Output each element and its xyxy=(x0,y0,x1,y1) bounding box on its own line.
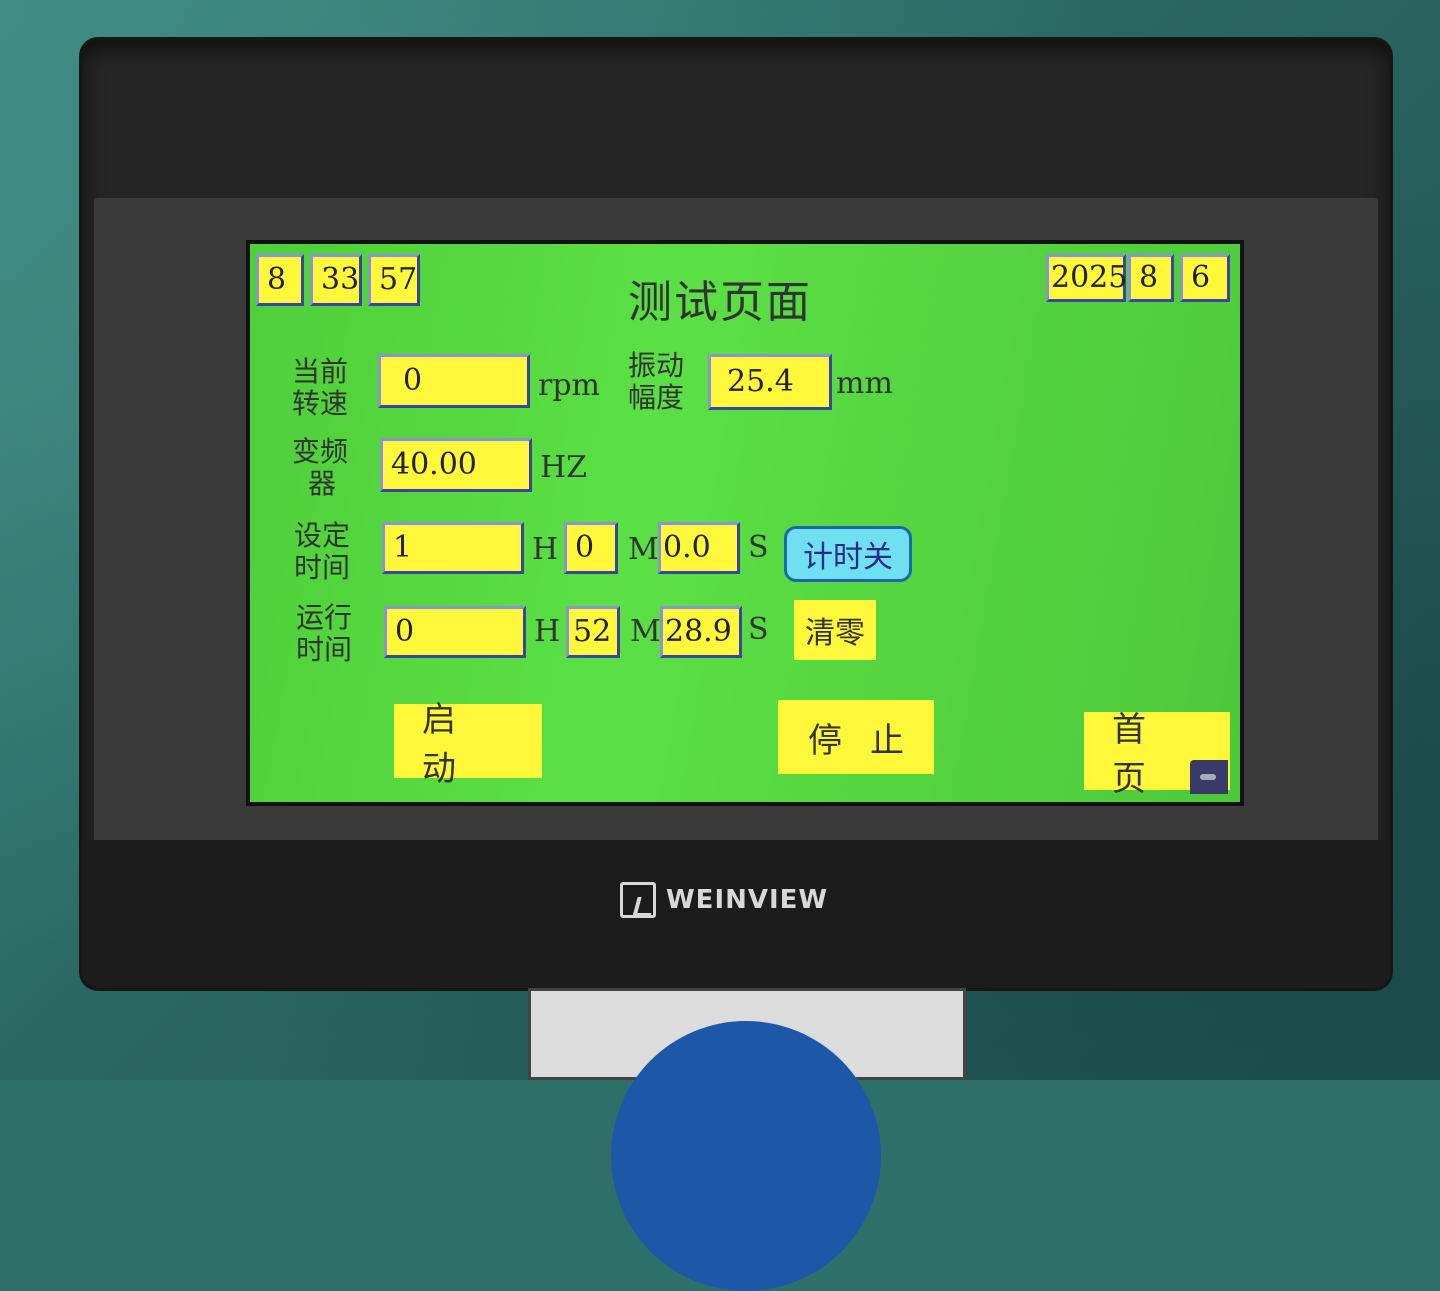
weinview-logo-icon xyxy=(620,882,656,918)
page-title: 测试页面 xyxy=(628,277,812,328)
inverter-label-line1: 变频 xyxy=(292,435,349,468)
timer-off-button[interactable]: 计时关 xyxy=(784,526,912,582)
set-time-m-unit: M xyxy=(628,532,659,567)
clock-second-field: 57 xyxy=(368,254,420,306)
inverter-unit: HZ xyxy=(540,450,588,485)
amplitude-label-line2: 幅度 xyxy=(628,381,685,414)
set-time-label-line1: 设定 xyxy=(294,519,351,552)
amplitude-value-field[interactable]: 25.4 xyxy=(708,354,832,410)
stop-button[interactable]: 停止 xyxy=(778,700,934,774)
run-time-label-line2: 时间 xyxy=(296,633,353,666)
brand-logo-area: WEINVIEW xyxy=(620,882,828,918)
date-day-field: 6 xyxy=(1180,254,1230,302)
run-time-seconds-field: 28.9 xyxy=(660,606,742,658)
set-time-hours-field[interactable]: 1 xyxy=(382,522,524,574)
clock-hour-field: 8 xyxy=(256,254,304,306)
set-time-s-unit: S xyxy=(748,530,769,565)
screen-corner-icon[interactable] xyxy=(1190,760,1228,794)
date-year-field: 2025 xyxy=(1046,254,1127,302)
inverter-value-field[interactable]: 40.00 xyxy=(380,438,532,492)
speed-unit: rpm xyxy=(538,368,600,403)
run-time-hours-field: 0 xyxy=(384,606,526,658)
run-time-h-unit: H xyxy=(534,614,561,649)
speed-label-line2: 转速 xyxy=(292,387,349,420)
speed-label-line1: 当前 xyxy=(292,355,349,388)
clock-minute-field: 33 xyxy=(310,254,362,306)
set-time-seconds-field[interactable]: 0.0 xyxy=(658,522,740,574)
speed-value-field[interactable]: 0 xyxy=(378,354,530,408)
plate-blue-circle xyxy=(611,1021,881,1291)
amplitude-unit: mm xyxy=(836,366,893,401)
set-time-h-unit: H xyxy=(532,532,559,567)
set-time-label-line2: 时间 xyxy=(294,551,351,584)
label-plate xyxy=(528,988,966,1291)
run-time-m-unit: M xyxy=(630,614,661,649)
brand-name: WEINVIEW xyxy=(666,885,829,915)
amplitude-label-line1: 振动 xyxy=(628,349,685,382)
date-month-field: 8 xyxy=(1128,254,1174,302)
run-time-label-line1: 运行 xyxy=(296,601,353,634)
run-time-minutes-field: 52 xyxy=(566,606,620,658)
clear-button[interactable]: 清零 xyxy=(794,600,876,660)
run-time-s-unit: S xyxy=(748,612,769,647)
hmi-screen: 8 33 57 2025 8 6 测试页面 当前 转速 0 rpm 振动 幅度 … xyxy=(246,240,1244,806)
inverter-label-line2: 器 xyxy=(308,467,337,500)
set-time-minutes-field[interactable]: 0 xyxy=(564,522,618,574)
start-button[interactable]: 启动 xyxy=(394,700,542,789)
